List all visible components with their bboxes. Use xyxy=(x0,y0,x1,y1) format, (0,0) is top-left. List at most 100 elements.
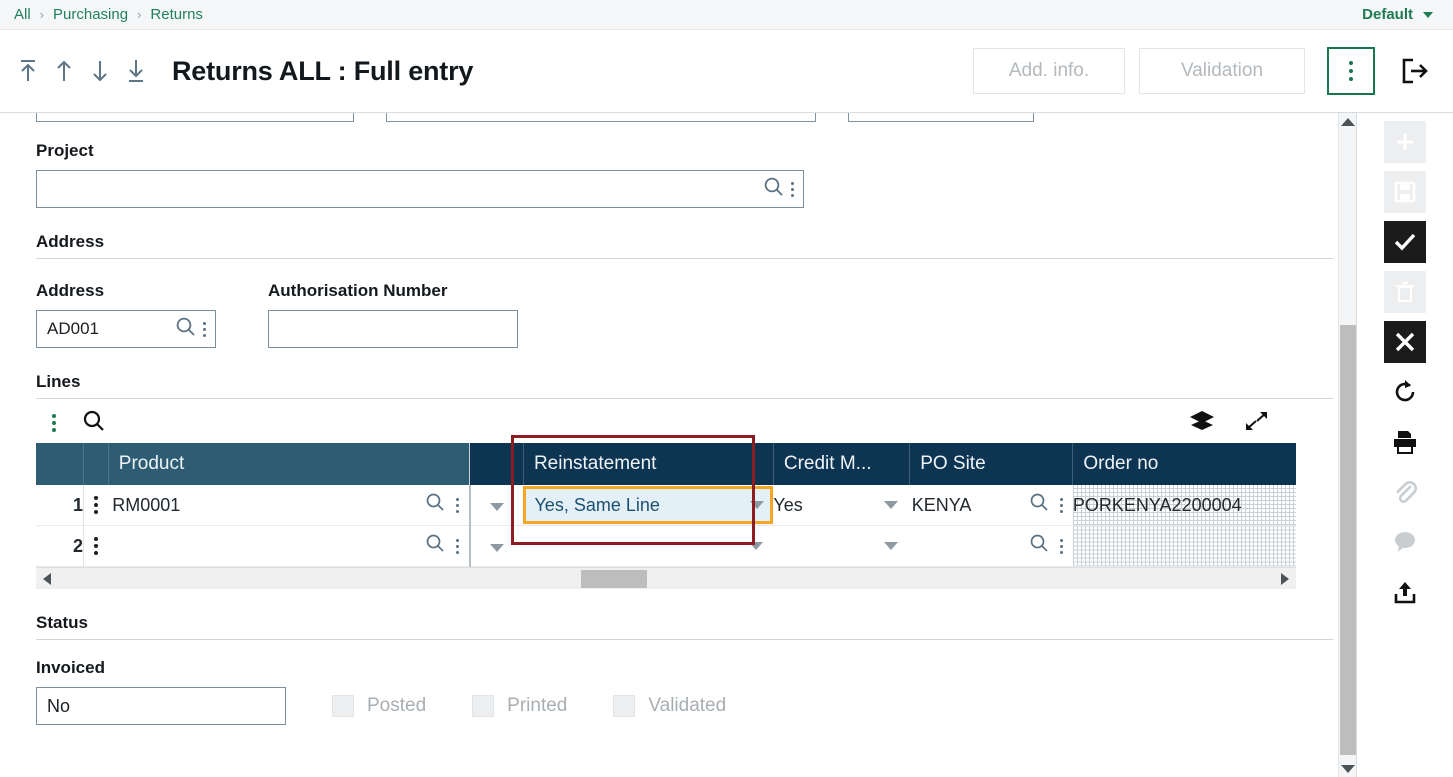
chevron-down-icon xyxy=(749,542,764,550)
checkbox-box[interactable] xyxy=(472,695,495,717)
exit-icon[interactable] xyxy=(1391,47,1439,95)
first-record-icon[interactable] xyxy=(16,58,40,84)
checkbox-posted[interactable]: Posted xyxy=(332,695,426,717)
kebab-dot xyxy=(1059,509,1063,513)
chevron-down-icon xyxy=(490,502,505,511)
breadcrumb-item-all[interactable]: All xyxy=(14,6,31,23)
checkbox-label: Printed xyxy=(507,695,568,716)
hscroll-track[interactable] xyxy=(58,568,1274,590)
column-header-rowmenu[interactable] xyxy=(83,443,109,485)
page-vertical-scrollbar[interactable] xyxy=(1338,113,1356,777)
cell-product[interactable] xyxy=(108,525,471,567)
kebab-dot xyxy=(1349,69,1353,73)
authorisation-number-input[interactable] xyxy=(268,310,518,348)
breadcrumb-bar: All › Purchasing › Returns Default xyxy=(0,0,1453,30)
delete-trash-icon[interactable] xyxy=(1383,271,1426,313)
column-header-order-no[interactable]: Order no xyxy=(1072,443,1296,485)
more-actions-kebab-button[interactable] xyxy=(1327,47,1375,95)
refresh-icon[interactable] xyxy=(1384,371,1426,413)
title-bar: Returns ALL : Full entry Add. info. Vali… xyxy=(0,30,1453,112)
scroll-left-icon[interactable] xyxy=(36,568,58,590)
layers-icon[interactable] xyxy=(1189,409,1215,438)
share-export-icon[interactable] xyxy=(1384,571,1426,613)
cell-dropdown-arrow[interactable] xyxy=(469,485,524,526)
next-record-icon[interactable] xyxy=(88,58,112,84)
cell-po-site[interactable]: KENYA xyxy=(909,485,1073,526)
last-record-icon[interactable] xyxy=(124,58,148,84)
breadcrumb-item-returns[interactable]: Returns xyxy=(150,6,203,23)
scrolled-field-partial xyxy=(848,113,1034,122)
cancel-close-icon[interactable] xyxy=(1383,321,1426,363)
cell-kebab-icon[interactable] xyxy=(1059,497,1063,513)
cell-reinstatement[interactable]: Yes, Same Line xyxy=(523,485,774,526)
column-header-reinstatement[interactable]: Reinstatement xyxy=(523,443,774,485)
project-input[interactable] xyxy=(36,170,804,208)
validation-button[interactable]: Validation xyxy=(1139,48,1305,94)
project-kebab-icon[interactable] xyxy=(791,181,794,197)
save-icon[interactable] xyxy=(1383,171,1426,213)
print-icon[interactable] xyxy=(1384,421,1426,463)
table-row[interactable]: 2 xyxy=(36,525,1296,567)
reinstatement-select-focused[interactable]: Yes, Same Line xyxy=(523,486,774,524)
hscroll-thumb[interactable] xyxy=(580,569,647,588)
grid-kebab-menu-icon[interactable] xyxy=(52,414,56,432)
cell-kebab-icon[interactable] xyxy=(455,538,459,554)
grid-toolbar-right xyxy=(1189,409,1269,438)
checkbox-printed[interactable]: Printed xyxy=(472,695,567,717)
search-icon[interactable] xyxy=(175,316,197,343)
add-info-button[interactable]: Add. info. xyxy=(973,48,1125,94)
scroll-down-icon[interactable] xyxy=(1339,760,1356,777)
grid-horizontal-scrollbar[interactable] xyxy=(36,567,1296,589)
grid-search-icon[interactable] xyxy=(82,409,106,438)
row-menu-icon[interactable] xyxy=(83,485,109,526)
form-content-inner: Project Address Address AD001 Authorisat… xyxy=(0,113,1356,725)
cell-product[interactable]: RM0001 xyxy=(108,485,471,526)
cell-kebab-icon[interactable] xyxy=(455,497,459,513)
cell-reinstatement[interactable] xyxy=(523,525,774,567)
column-header-po-site[interactable]: PO Site xyxy=(909,443,1074,485)
attachment-paperclip-icon[interactable] xyxy=(1384,471,1426,513)
kebab-dot xyxy=(94,496,99,500)
search-icon[interactable] xyxy=(1029,533,1050,559)
row-menu-icon[interactable] xyxy=(83,525,109,567)
checkbox-box[interactable] xyxy=(332,695,354,717)
expand-icon[interactable] xyxy=(1243,409,1269,438)
vscroll-thumb[interactable] xyxy=(1340,325,1356,755)
breadcrumb-item-purchasing[interactable]: Purchasing xyxy=(53,6,128,23)
kebab-dot xyxy=(94,503,99,507)
column-header-product[interactable]: Product xyxy=(108,443,471,485)
cell-product-value: RM0001 xyxy=(112,494,181,515)
search-icon[interactable] xyxy=(425,492,446,518)
address-input[interactable]: AD001 xyxy=(36,310,216,348)
scroll-right-icon[interactable] xyxy=(1274,568,1296,590)
cell-credit-memo[interactable] xyxy=(773,525,910,567)
cell-dropdown-arrow[interactable] xyxy=(469,525,524,567)
address-kebab-icon[interactable] xyxy=(203,321,206,337)
default-view-label: Default xyxy=(1362,6,1413,23)
default-view-selector[interactable]: Default xyxy=(1362,6,1439,23)
lines-table-body: 1 RM0001 Yes, Same Line Yes KENYA PORKEN… xyxy=(36,485,1296,567)
column-header-credit-memo[interactable]: Credit M... xyxy=(773,443,911,485)
search-icon[interactable] xyxy=(1029,492,1050,518)
search-icon[interactable] xyxy=(763,176,785,203)
confirm-check-icon[interactable] xyxy=(1383,221,1426,263)
invoiced-input[interactable]: No xyxy=(36,687,286,725)
table-row[interactable]: 1 RM0001 Yes, Same Line Yes KENYA PORKEN… xyxy=(36,485,1296,526)
column-header-blank[interactable] xyxy=(469,443,524,485)
cell-credit-memo[interactable]: Yes xyxy=(773,485,910,526)
previous-record-icon[interactable] xyxy=(52,58,76,84)
cell-kebab-icon[interactable] xyxy=(1059,538,1063,554)
record-navigation xyxy=(16,58,148,84)
search-icon[interactable] xyxy=(425,533,446,559)
checkbox-box[interactable] xyxy=(613,695,636,717)
column-header-rownum[interactable] xyxy=(36,443,84,485)
cell-po-site[interactable] xyxy=(909,525,1073,567)
lines-section-title: Lines xyxy=(36,372,81,391)
checkbox-label: Posted xyxy=(367,695,427,716)
scroll-up-icon[interactable] xyxy=(1339,113,1356,131)
comment-icon[interactable] xyxy=(1384,521,1426,563)
kebab-dot xyxy=(52,414,56,418)
add-icon[interactable] xyxy=(1383,121,1426,163)
checkbox-validated[interactable]: Validated xyxy=(613,695,726,717)
po-site-value: KENYA xyxy=(911,494,972,515)
